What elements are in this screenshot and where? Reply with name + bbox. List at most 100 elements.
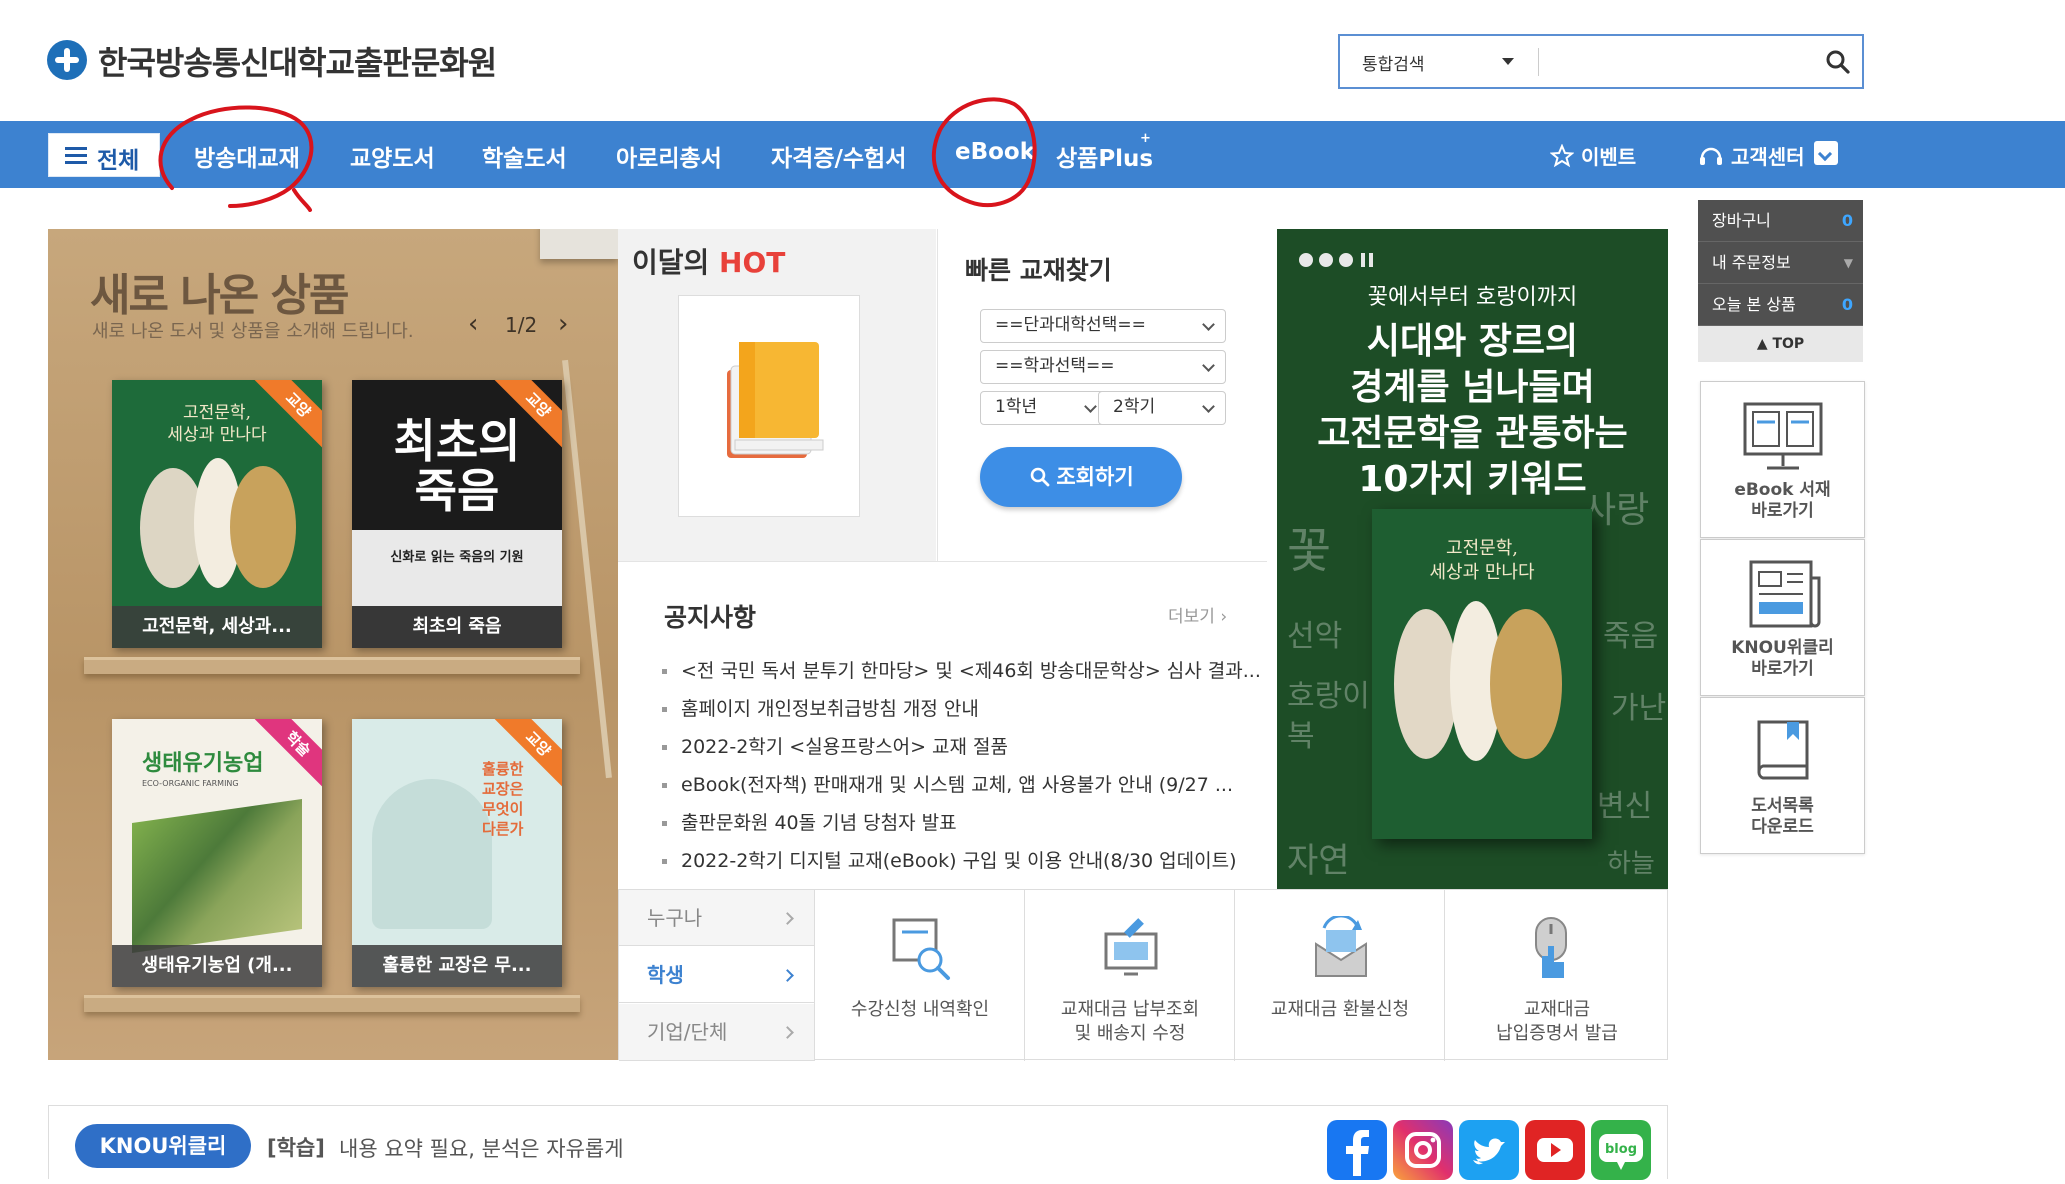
chevron-down-icon: ▼ (1843, 256, 1853, 270)
notice-panel: 공지사항 더보기 › <전 국민 독서 분투기 한마당> 및 <제46회 방송대… (618, 561, 1267, 889)
hot-product-card[interactable] (678, 295, 860, 517)
decor-note (540, 229, 618, 259)
notice-item[interactable]: 출판문화원 40돌 기념 당첨자 발표 (662, 808, 1262, 835)
chevron-down-icon[interactable] (1502, 58, 1514, 65)
ebook-library-link[interactable]: eBook 서재 바로가기 (1700, 381, 1865, 538)
catalog-download-link[interactable]: 도서목록 다운로드 (1700, 697, 1865, 854)
book-card[interactable]: 훌륭한 교장은 무엇이 다른가 교양 훌륭한 교장은 무... (352, 719, 562, 987)
notice-more-link[interactable]: 더보기 › (1168, 602, 1227, 627)
slide-dot[interactable] (1339, 253, 1353, 267)
search-box: 통합검색 (1338, 34, 1864, 89)
chevron-down-icon[interactable] (1814, 141, 1838, 165)
quick-menu: 누구나 학생 기업/단체 수강신청 내역확인 교재대금 납부조회 및 배송지 수… (618, 889, 1669, 1061)
book-card[interactable]: 고전문학, 세상과 만나다 교양 고전문학, 세상과... (112, 380, 322, 648)
nav-event-label: 이벤트 (1580, 145, 1637, 169)
promo-keyword: 호랑이 (1287, 679, 1370, 714)
refund-envelope-icon (1315, 916, 1367, 977)
search-icon (1826, 50, 1850, 74)
side-order-info[interactable]: 내 주문정보 ▼ (1698, 242, 1863, 284)
facebook-icon[interactable] (1327, 1120, 1387, 1180)
twitter-icon[interactable] (1459, 1120, 1519, 1180)
logo-icon[interactable] (47, 40, 87, 80)
document-search-icon (892, 918, 950, 980)
slide-dot[interactable] (1299, 253, 1313, 267)
side-cart[interactable]: 장바구니 0 (1698, 200, 1863, 242)
promo-keyword: 변신 (1597, 789, 1653, 824)
nav-item-ebook[interactable]: eBook (955, 139, 1035, 165)
quick-menu-refund-request[interactable]: 교재대금 환불신청 (1234, 890, 1445, 1061)
nav-all-button[interactable]: 전체 (48, 133, 160, 177)
blog-icon[interactable]: blog (1591, 1120, 1651, 1180)
tab-everyone[interactable]: 누구나 (619, 890, 814, 946)
book-card[interactable]: 최초의 죽음 신화로 읽는 죽음의 기원 교양 최초의 죽음 (352, 380, 562, 648)
notice-item[interactable]: <전 국민 독서 분투기 한마당> 및 <제46회 방송대문학상> 심사 결과.… (662, 656, 1262, 683)
notice-item[interactable]: 2022-2학기 디지털 교재(eBook) 구입 및 이용 안내(8/30 업… (662, 846, 1262, 873)
book-cover-title: 생태유기농업 (142, 751, 264, 776)
tab-corporate[interactable]: 기업/단체 (619, 1004, 814, 1061)
quick-textbook-finder: 빠른 교재찾기 ==단과대학선택== ==학과선택== 1학년 2학기 조회하기 (937, 229, 1267, 561)
weekly-category: [학습] (267, 1136, 325, 1160)
department-select[interactable]: ==학과선택== (980, 350, 1226, 384)
quick-menu-label: 교재대금 환불신청 (1270, 999, 1410, 1020)
promo-line: 경계를 넘나들며 (1350, 367, 1595, 408)
nav-event[interactable]: 이벤트 (1549, 141, 1637, 170)
quick-menu-payment-certificate[interactable]: 교재대금 납입증명서 발급 (1444, 890, 1669, 1061)
hot-panel: 이달의 HOT (618, 229, 936, 561)
notice-item[interactable]: eBook(전자책) 판매재개 및 시스템 교체, 앱 사용불가 안내 (9/2… (662, 770, 1262, 797)
promo-line: 고전문학을 관통하는 (1317, 413, 1628, 454)
side-card-label: 도서목록 다운로드 (1751, 796, 1814, 837)
slide-dot[interactable] (1319, 253, 1333, 267)
promo-banner[interactable]: 꽃에서부터 호랑이까지 시대와 장르의 경계를 넘나들며 고전문학을 관통하는 … (1277, 229, 1668, 889)
instagram-icon[interactable] (1393, 1120, 1453, 1180)
knou-weekly-link[interactable]: KNOU위클리 바로가기 (1700, 539, 1865, 696)
nav-all-label: 전체 (97, 148, 140, 174)
notice-item[interactable]: 2022-2학기 <실용프랑스어> 교재 절품 (662, 732, 1262, 759)
scroll-top-label: TOP (1772, 336, 1805, 352)
search-button[interactable] (1818, 44, 1858, 80)
college-select[interactable]: ==단과대학선택== (980, 309, 1226, 343)
weekly-bar: KNOU위클리 [학습] 내용 요약 필요, 분석은 자유롭게 blog (48, 1105, 1668, 1180)
side-viewed-products[interactable]: 오늘 본 상품 0 (1698, 284, 1863, 326)
youtube-icon[interactable] (1525, 1120, 1585, 1180)
side-viewed-label: 오늘 본 상품 (1712, 295, 1796, 314)
nav-item-academic-books[interactable]: 학술도서 (482, 139, 567, 173)
ebook-monitor-icon (1743, 402, 1823, 470)
book-download-icon (1757, 720, 1809, 780)
knou-weekly-badge[interactable]: KNOU위클리 (75, 1124, 251, 1168)
nav-customer-center[interactable]: 고객센터 (1698, 141, 1805, 170)
lookup-button-label: 조회하기 (1056, 465, 1134, 489)
lookup-button[interactable]: 조회하기 (980, 447, 1182, 507)
new-products-title: 새로 나온 상품 (90, 270, 350, 321)
pause-icon[interactable] (1369, 253, 1373, 267)
promo-keyword: 가난 (1611, 691, 1667, 726)
grade-select[interactable]: 1학년 (980, 391, 1108, 425)
promo-keyword: 사랑 (1583, 490, 1650, 531)
book-card[interactable]: 생태유기농업 ECO-ORGANIC FARMING 학술 생태유기농업 (개.… (112, 719, 322, 987)
semester-select[interactable]: 2학기 (1098, 391, 1226, 425)
scroll-top-button[interactable]: ▲ TOP (1698, 326, 1863, 362)
bookshelf (84, 657, 580, 674)
cart-count: 0 (1841, 211, 1853, 230)
nav-item-liberal-books[interactable]: 교양도서 (350, 139, 435, 173)
search-divider (1538, 48, 1539, 76)
tab-student[interactable]: 학생 (619, 947, 814, 1003)
prev-arrow-icon[interactable]: ‹ (468, 309, 478, 339)
nav-item-arori-series[interactable]: 아로리총서 (616, 139, 722, 173)
star-icon (1549, 143, 1575, 168)
search-scope-select[interactable]: 통합검색 (1362, 50, 1425, 75)
next-arrow-icon[interactable]: › (558, 309, 568, 339)
quick-menu-payment-lookup[interactable]: 교재대금 납부조회 및 배송지 수정 (1024, 890, 1235, 1061)
search-input[interactable] (1550, 44, 1800, 80)
nav-item-product-plus[interactable]: 상품Plus (1056, 139, 1153, 173)
weekly-headline[interactable]: 내용 요약 필요, 분석은 자유롭게 (339, 1133, 624, 1163)
promo-keyword: 하늘 (1607, 849, 1655, 879)
nav-item-broadcast-textbooks[interactable]: 방송대교재 (194, 139, 300, 173)
pause-icon[interactable] (1361, 253, 1365, 267)
book-cover-title: 최초의 죽음 (393, 414, 521, 518)
nav-item-certificate-books[interactable]: 자격증/수험서 (771, 139, 906, 173)
notice-item[interactable]: 홈페이지 개인정보취급방침 개정 안내 (662, 694, 1262, 721)
bookshelf (84, 995, 580, 1012)
quick-menu-course-check[interactable]: 수강신청 내역확인 (814, 890, 1025, 1061)
hot-title-prefix: 이달의 (632, 246, 710, 279)
site-name[interactable]: 한국방송통신대학교출판문화원 (98, 38, 497, 84)
